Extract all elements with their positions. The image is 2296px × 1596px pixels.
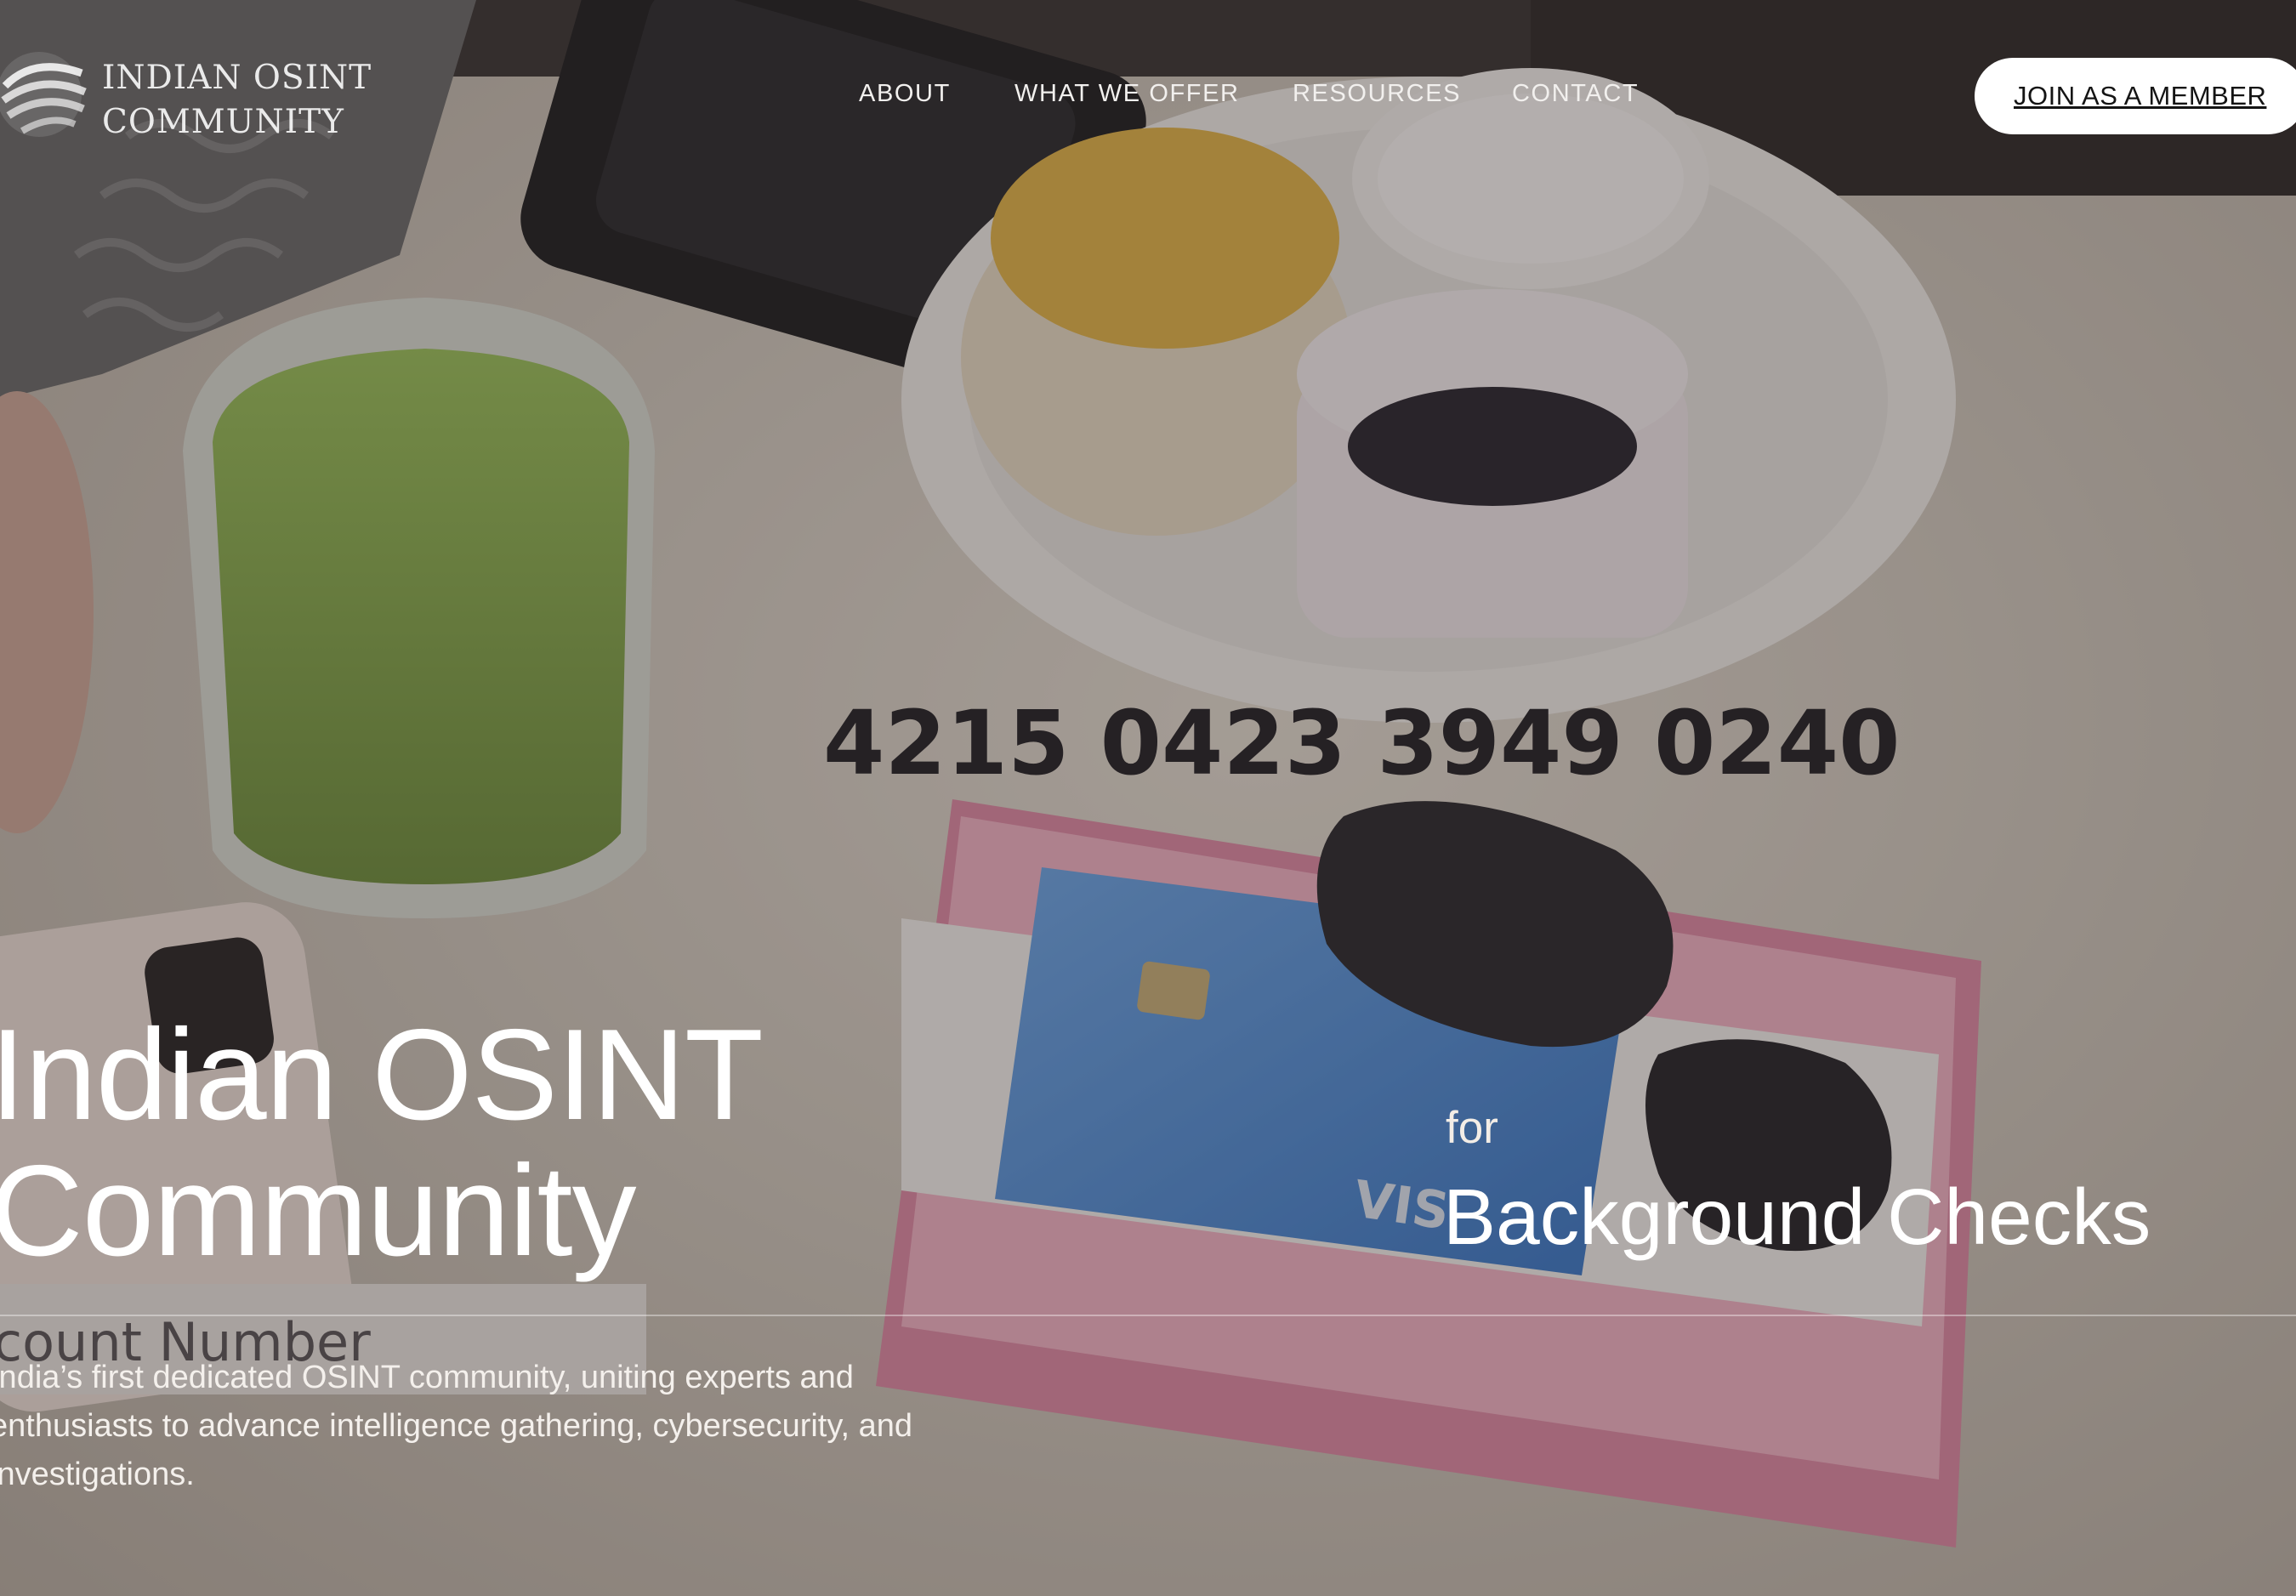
join-as-member-button[interactable]: JOIN AS A MEMBER — [1975, 58, 2296, 134]
nav-link-what-we-offer[interactable]: WHAT WE OFFER — [1014, 75, 1240, 112]
hero-divider — [0, 1315, 2296, 1316]
hero-description: India’s first dedicated OSINT community,… — [0, 1360, 913, 1492]
globe-logo-icon — [0, 52, 87, 137]
hero-title-line-1: Indian OSINT — [0, 1002, 764, 1147]
nav-link-contact[interactable]: CONTACT — [1512, 75, 1639, 112]
hero-title: Indian OSINT Community — [0, 1002, 764, 1283]
for-label: for — [1446, 1103, 1498, 1153]
brand-wordmark: INDIAN OSINT COMMUNITY — [102, 59, 372, 141]
rotating-service-text: Background Checks — [1443, 1173, 2151, 1261]
nav-link-resources[interactable]: RESOURCES — [1293, 75, 1461, 112]
brand-logo[interactable]: INDIAN OSINT COMMUNITY — [0, 44, 371, 155]
nav-link-about[interactable]: ABOUT — [859, 75, 951, 112]
hero-title-line-2: Community — [0, 1139, 637, 1283]
